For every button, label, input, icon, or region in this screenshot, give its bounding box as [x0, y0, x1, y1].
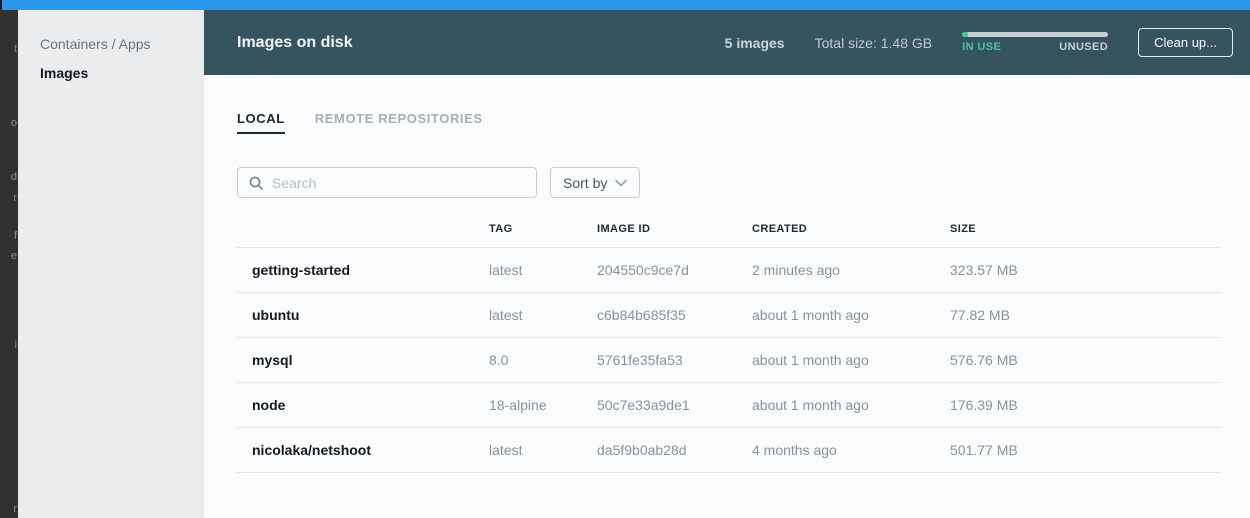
sidebar-item-images[interactable]: Images — [18, 59, 204, 88]
unused-label: UNUSED — [1059, 41, 1109, 53]
image-table: TAG IMAGE ID CREATED SIZE getting-starte… — [237, 213, 1221, 473]
search-input[interactable] — [272, 174, 526, 191]
cell-created: 2 minutes ago — [752, 262, 840, 278]
sort-by-dropdown[interactable]: Sort by — [550, 167, 641, 198]
table-row[interactable]: ubuntu latest c6b84b685f35 about 1 month ag… — [237, 293, 1221, 338]
window-corner-notch — [0, 0, 2, 10]
cell-name: nicolaka/netshoot — [252, 442, 372, 458]
images-header: Images on disk 5 images Total size: 1.48… — [204, 10, 1250, 75]
cell-tag: 8.0 — [489, 352, 509, 368]
in-use-label: IN USE — [962, 41, 1002, 53]
cell-image-id: 5761fe35fa53 — [597, 352, 683, 368]
usage-meter-track — [962, 32, 1109, 37]
table-row[interactable]: mysql 8.0 5761fe35fa53 about 1 month ago 576… — [237, 338, 1221, 383]
column-header-image-id: IMAGE ID — [597, 223, 651, 235]
cell-created: about 1 month ago — [752, 397, 869, 413]
cell-size: 576.76 MB — [950, 352, 1018, 368]
search-box[interactable] — [237, 167, 537, 198]
cell-image-id: da5f9b0ab28d — [597, 442, 687, 458]
cell-size: 176.39 MB — [950, 397, 1018, 413]
cell-created: about 1 month ago — [752, 307, 869, 323]
image-count: 5 images — [724, 34, 785, 51]
cell-name: ubuntu — [252, 307, 300, 323]
column-header-name — [237, 223, 489, 235]
cell-tag: latest — [489, 442, 523, 458]
disk-usage-meter: IN USE UNUSED — [962, 32, 1109, 53]
cell-tag: latest — [489, 307, 523, 323]
clean-up-button[interactable]: Clean up... — [1138, 28, 1233, 57]
column-header-size: SIZE — [950, 223, 977, 235]
edge-text-fragment: t — [13, 43, 17, 55]
sidebar: Containers / Apps Images — [18, 10, 204, 518]
window-edge-strip: todrfeir — [0, 10, 18, 518]
cell-name: mysql — [252, 352, 293, 368]
edge-text-fragment: d — [10, 171, 17, 183]
cell-size: 323.57 MB — [950, 262, 1018, 278]
total-size: Total size: 1.48 GB — [814, 34, 933, 51]
edge-text-fragment: r — [13, 503, 17, 515]
cell-name: getting-started — [252, 262, 350, 278]
column-header-tag: TAG — [489, 223, 513, 235]
column-header-created: CREATED — [752, 223, 808, 235]
cell-image-id: c6b84b685f35 — [597, 307, 686, 323]
table-header-row: TAG IMAGE ID CREATED SIZE — [237, 213, 1221, 248]
window-active-accent-bar — [0, 0, 1250, 10]
edge-text-fragment: e — [10, 250, 17, 262]
tab-local[interactable]: LOCAL — [237, 111, 285, 134]
page-title: Images on disk — [237, 33, 353, 51]
cell-created: about 1 month ago — [752, 352, 869, 368]
table-row[interactable]: nicolaka/netshoot latest da5f9b0ab28d 4 mon… — [237, 428, 1221, 473]
tab-remote-repositories[interactable]: REMOTE REPOSITORIES — [315, 111, 483, 134]
toolbar: Sort by — [237, 167, 1221, 198]
cell-image-id: 50c7e33a9de1 — [597, 397, 690, 413]
search-icon — [249, 176, 263, 190]
cell-image-id: 204550c9ce7d — [597, 262, 689, 278]
sort-by-label: Sort by — [563, 174, 608, 191]
sidebar-item-containers-apps[interactable]: Containers / Apps — [18, 30, 204, 59]
main-content: LOCAL REMOTE REPOSITORIES Sort by TAG IM… — [204, 75, 1250, 518]
usage-meter-fill — [962, 32, 968, 37]
edge-text-fragment: o — [10, 117, 17, 129]
chevron-down-icon — [615, 179, 628, 186]
edge-text-fragment: r — [13, 192, 17, 204]
table-row[interactable]: node 18-alpine 50c7e33a9de1 about 1 month a… — [237, 383, 1221, 428]
image-table-body: getting-started latest 204550c9ce7d 2 minut… — [237, 248, 1221, 473]
edge-text-fragment: f — [13, 230, 17, 242]
table-row[interactable]: getting-started latest 204550c9ce7d 2 minut… — [237, 248, 1221, 293]
cell-size: 77.82 MB — [950, 307, 1010, 323]
cell-tag: 18-alpine — [489, 397, 547, 413]
header-summary: 5 images Total size: 1.48 GB IN USE UNUS… — [725, 28, 1233, 57]
cell-created: 4 months ago — [752, 442, 837, 458]
cell-name: node — [252, 397, 286, 413]
edge-text-fragment: i — [14, 339, 17, 351]
tab-bar: LOCAL REMOTE REPOSITORIES — [237, 111, 1221, 134]
cell-size: 501.77 MB — [950, 442, 1018, 458]
cell-tag: latest — [489, 262, 523, 278]
